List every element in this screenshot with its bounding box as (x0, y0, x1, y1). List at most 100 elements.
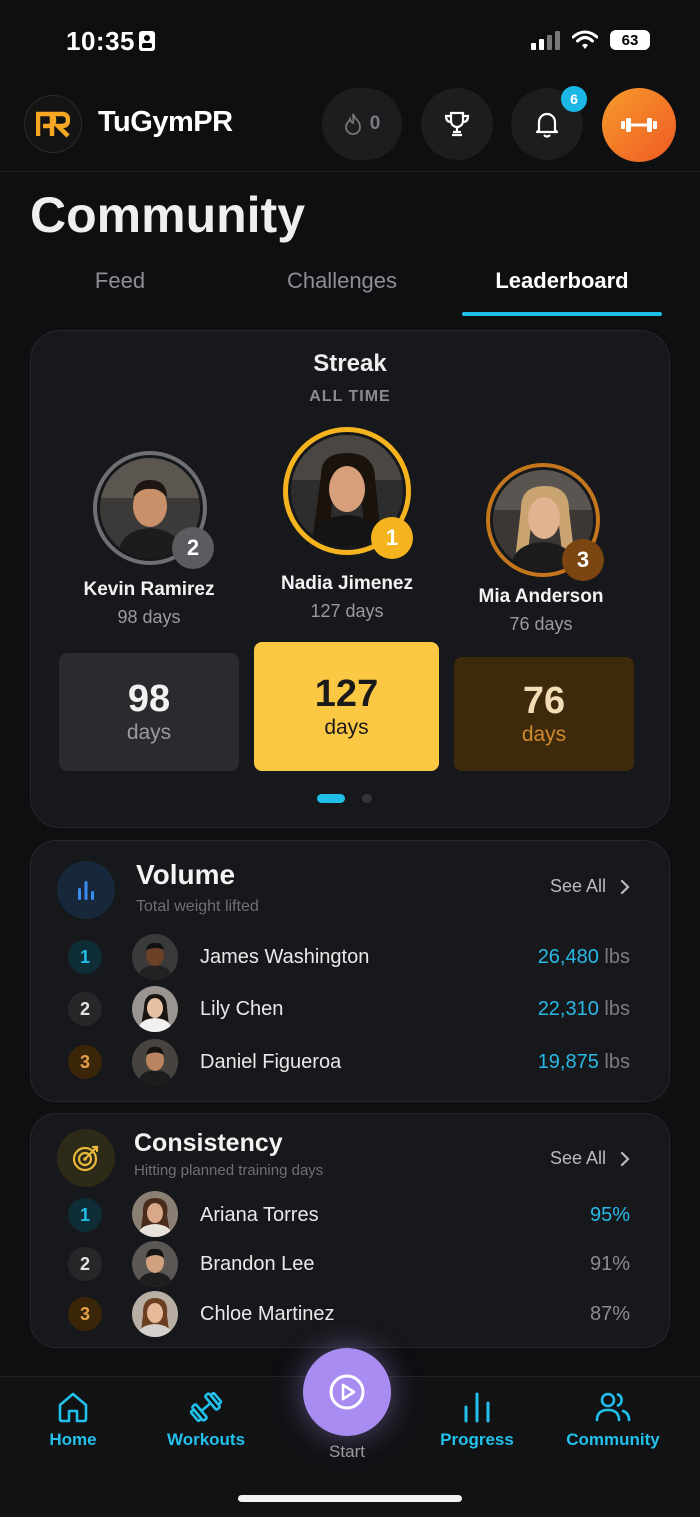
volume-rank-3: 3 (68, 1045, 102, 1079)
tab-leaderboard[interactable]: Leaderboard (462, 268, 662, 294)
workouts-dumbbell-icon (189, 1391, 223, 1423)
nav-progress-label: Progress (440, 1430, 514, 1449)
avatar[interactable] (132, 1241, 178, 1287)
volume-subtitle: Total weight lifted (136, 898, 259, 915)
avatar[interactable] (132, 986, 178, 1032)
nav-home[interactable]: Home (13, 1390, 133, 1450)
streak-title: Streak (313, 350, 387, 377)
volume-name-3: Daniel Figueroa (200, 1051, 342, 1073)
podium-name-1: Nadia Jimenez (281, 573, 413, 594)
podium-box-3: 76 days (454, 657, 634, 771)
nav-community[interactable]: Community (553, 1390, 673, 1450)
consistency-value-1: 95% (589, 1204, 630, 1226)
volume-see-all[interactable]: See All (550, 876, 630, 897)
target-icon (72, 1145, 99, 1172)
podium-days-2: 98 days (117, 607, 181, 627)
community-people-icon (595, 1392, 631, 1422)
podium-value-2: 98 (127, 678, 171, 720)
avatar[interactable] (132, 1039, 178, 1085)
tab-challenges[interactable]: Challenges (262, 268, 422, 294)
trophy-button[interactable] (421, 88, 493, 160)
consistency-name-2: Brandon Lee (200, 1253, 315, 1275)
volume-icon-circle (57, 861, 115, 919)
consistency-name-3: Chloe Martinez (200, 1303, 335, 1325)
app-logo[interactable] (24, 95, 82, 153)
avatar[interactable] (132, 934, 178, 980)
flame-icon (344, 113, 361, 135)
consistency-value-3: 87% (589, 1303, 630, 1325)
start-label: Start (329, 1442, 365, 1461)
home-icon (58, 1392, 88, 1423)
streak-count: 0 (369, 113, 381, 134)
signal-icon (531, 31, 560, 50)
volume-name-1: James Washington (200, 946, 370, 968)
value-unit: lbs (604, 946, 630, 968)
volume-value-1: 26,480 lbs (538, 946, 630, 969)
avatar[interactable] (132, 1191, 178, 1237)
progress-bars-icon (464, 1392, 490, 1423)
chevron-right-icon (620, 879, 630, 894)
start-button[interactable] (303, 1348, 391, 1436)
pager-dot-active[interactable] (317, 794, 345, 803)
see-all-label: See All (550, 876, 607, 896)
nav-community-label: Community (566, 1430, 660, 1449)
volume-title: Volume (136, 859, 236, 890)
value-number: 22,310 (537, 998, 599, 1020)
volume-value-3: 19,875 lbs (538, 1051, 630, 1074)
brand-name: TuGymPR (98, 106, 233, 138)
dumbbell-icon (621, 118, 657, 132)
volume-rank-1: 1 (68, 940, 102, 974)
consistency-subtitle: Hitting planned training days (134, 1162, 324, 1179)
wifi-icon (572, 30, 598, 49)
rank-badge-3: 3 (562, 539, 604, 581)
nav-progress[interactable]: Progress (417, 1390, 537, 1450)
nav-home-label: Home (49, 1430, 97, 1449)
nav-workouts[interactable]: Workouts (146, 1390, 266, 1450)
podium-days-3: 76 days (509, 614, 573, 634)
status-time: 10:35 (66, 26, 135, 56)
consistency-value-2: 91% (589, 1253, 630, 1275)
consistency-rank-1: 1 (68, 1198, 102, 1232)
home-indicator (238, 1495, 462, 1502)
logo-mark-icon (36, 111, 70, 138)
volume-rank-2: 2 (68, 992, 102, 1026)
person-badge-icon (139, 31, 155, 51)
value-unit: lbs (604, 1051, 630, 1073)
tab-feed[interactable]: Feed (60, 268, 180, 294)
podium-days-1: 127 days (310, 601, 384, 621)
podium-unit-3: days (521, 723, 567, 746)
bell-icon (535, 112, 559, 138)
pager-dot[interactable] (362, 794, 372, 803)
bar-chart-icon (78, 881, 94, 900)
consistency-see-all[interactable]: See All (550, 1148, 630, 1169)
status-icons: 63 (530, 30, 650, 50)
see-all-label: See All (550, 1148, 607, 1168)
podium-value-3: 76 (522, 680, 566, 722)
value-number: 26,480 (537, 946, 599, 968)
consistency-icon-circle (57, 1129, 115, 1187)
consistency-rank-3: 3 (68, 1297, 102, 1331)
rank-badge-2: 2 (172, 527, 214, 569)
podium-name-2: Kevin Ramirez (83, 579, 215, 600)
chevron-right-icon (620, 1151, 630, 1166)
battery-icon: 63 (610, 30, 650, 50)
consistency-title: Consistency (134, 1129, 283, 1157)
streak-button[interactable]: 0 (322, 88, 402, 160)
streak-subtitle: ALL TIME (309, 388, 391, 405)
header-divider (0, 171, 700, 172)
page-title: Community (30, 187, 305, 243)
podium-value-1: 127 (314, 672, 379, 715)
podium-name-3: Mia Anderson (478, 586, 604, 607)
volume-name-2: Lily Chen (200, 998, 284, 1020)
value-unit: lbs (604, 998, 630, 1020)
volume-value-2: 22,310 lbs (538, 998, 630, 1021)
consistency-rank-2: 2 (68, 1247, 102, 1281)
trophy-icon (444, 111, 470, 137)
podium-box-1: 127 days (254, 642, 439, 771)
play-icon (329, 1374, 365, 1410)
value-number: 19,875 (537, 1051, 599, 1073)
podium-unit-2: days (126, 721, 172, 744)
consistency-name-1: Ariana Torres (200, 1204, 319, 1226)
avatar[interactable] (132, 1291, 178, 1337)
gym-button[interactable] (602, 88, 676, 162)
